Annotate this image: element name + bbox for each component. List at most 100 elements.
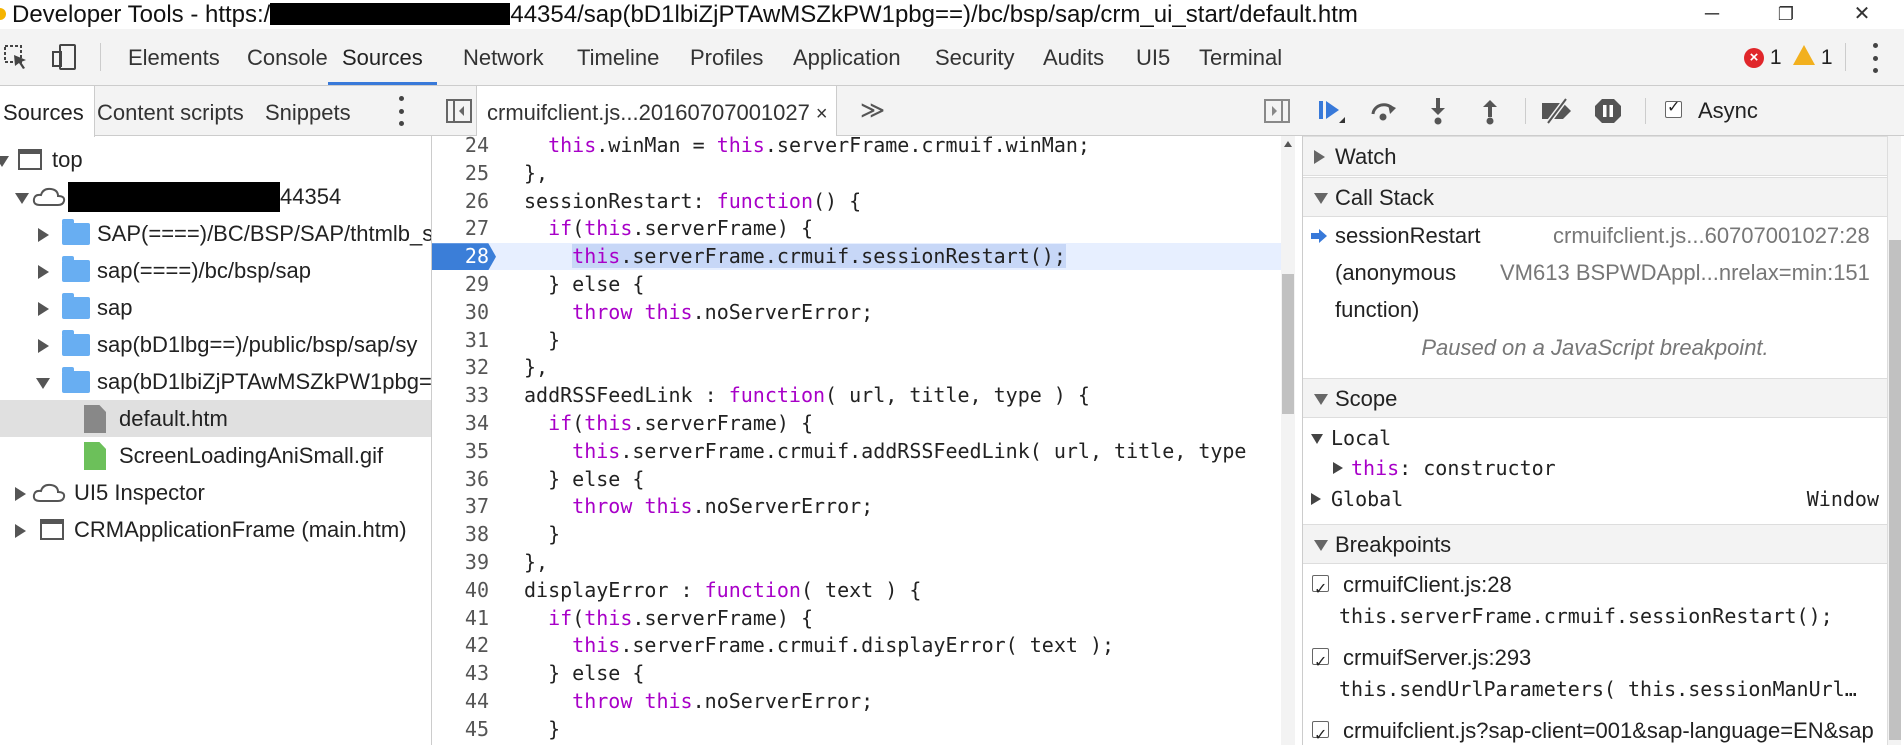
tree-item-file-selected[interactable]: default.htm <box>0 400 431 437</box>
warning-counter[interactable]: 1 <box>1793 45 1833 71</box>
line-number[interactable]: 27 <box>432 215 489 242</box>
collapse-arrow-icon[interactable] <box>1311 434 1323 444</box>
code-line[interactable]: 28 this.serverFrame.crmuif.sessionRestar… <box>432 243 1282 271</box>
code-line[interactable]: 33 addRSSFeedLink : function( url, title,… <box>432 382 1282 409</box>
line-number[interactable]: 36 <box>432 466 489 493</box>
line-number[interactable]: 37 <box>432 493 489 520</box>
close-tab-icon[interactable]: × <box>816 103 828 125</box>
call-frame-location[interactable]: VM613 BSPWDAppl...nrelax=min:151 <box>1500 254 1870 291</box>
code-line[interactable]: 43 } else { <box>432 660 1282 687</box>
collapse-arrow-icon[interactable] <box>0 156 9 167</box>
code-line[interactable]: 42 this.serverFrame.crmuif.displayError(… <box>432 632 1282 659</box>
code-line[interactable]: 30 throw this.noServerError; <box>432 299 1282 326</box>
tree-item-folder[interactable]: sap(bD1lbiZjPTAwMSZkPW1pbg= <box>0 363 431 400</box>
code-line[interactable]: 38 } <box>432 521 1282 548</box>
expand-arrow-icon[interactable] <box>38 302 49 316</box>
line-number[interactable]: 38 <box>432 521 489 548</box>
tab-snippets[interactable]: Snippets <box>265 86 351 136</box>
code-line[interactable]: 44 throw this.noServerError; <box>432 688 1282 715</box>
code-area[interactable]: 24 this.winMan = this.serverFrame.crmuif… <box>432 136 1282 745</box>
error-counter[interactable]: × 1 <box>1744 45 1782 71</box>
collapse-arrow-icon[interactable] <box>36 378 50 389</box>
code-line[interactable]: 25}, <box>432 160 1282 187</box>
file-tab-crmuifclient[interactable]: crmuifclient.js...20160707001027 × <box>476 86 837 136</box>
line-number[interactable]: 31 <box>432 327 489 354</box>
line-number[interactable]: 28 <box>432 243 489 270</box>
expand-arrow-icon[interactable] <box>1311 493 1321 505</box>
breakpoint-checkbox[interactable] <box>1312 644 1329 681</box>
tree-item-file[interactable]: ScreenLoadingAniSmall.gif <box>0 437 431 474</box>
device-mode-icon[interactable] <box>50 43 78 71</box>
line-number[interactable]: 30 <box>432 299 489 326</box>
tab-elements[interactable]: Elements <box>128 29 220 85</box>
tab-audits[interactable]: Audits <box>1043 29 1104 85</box>
scroll-up-arrow-icon[interactable] <box>1284 141 1292 147</box>
line-number[interactable]: 33 <box>432 382 489 409</box>
async-checkbox[interactable] <box>1665 97 1682 118</box>
pause-on-exceptions-icon[interactable] <box>1593 97 1623 125</box>
more-tabs-icon[interactable]: ≫ <box>860 86 885 136</box>
code-line[interactable]: 27 if(this.serverFrame) { <box>432 215 1282 242</box>
step-over-icon[interactable] <box>1369 97 1399 125</box>
code-line[interactable]: 45 } <box>432 716 1282 743</box>
line-number[interactable]: 24 <box>432 136 489 159</box>
deactivate-breakpoints-icon[interactable] <box>1539 97 1575 125</box>
tab-console[interactable]: Console <box>247 29 328 85</box>
tab-network[interactable]: Network <box>463 29 544 85</box>
expand-arrow-icon[interactable] <box>1333 462 1343 474</box>
section-watch[interactable]: Watch <box>1303 136 1887 176</box>
line-number[interactable]: 32 <box>432 354 489 381</box>
line-number[interactable]: 34 <box>432 410 489 437</box>
toggle-debugger-icon[interactable] <box>1264 99 1290 123</box>
line-number[interactable]: 25 <box>432 160 489 187</box>
tab-ui5[interactable]: UI5 <box>1136 29 1170 85</box>
line-number[interactable]: 44 <box>432 688 489 715</box>
line-number[interactable]: 45 <box>432 716 489 743</box>
code-line[interactable]: 31 } <box>432 327 1282 354</box>
code-line[interactable]: 26 sessionRestart: function() { <box>432 188 1282 215</box>
resume-icon[interactable] <box>1317 97 1347 125</box>
line-number[interactable]: 39 <box>432 549 489 576</box>
customize-menu-icon[interactable] <box>1870 43 1880 73</box>
editor-scrollbar[interactable] <box>1281 136 1295 745</box>
toggle-navigator-icon[interactable] <box>446 99 472 123</box>
collapse-arrow-icon[interactable] <box>15 193 29 204</box>
tree-item-folder[interactable]: sap <box>0 289 431 326</box>
tab-terminal[interactable]: Terminal <box>1199 29 1282 85</box>
code-line[interactable]: 41 if(this.serverFrame) { <box>432 605 1282 632</box>
tree-item-folder[interactable]: SAP(====)/BC/BSP/SAP/thtmlb_s <box>0 215 431 252</box>
tree-item-folder[interactable]: sap(====)/bc/bsp/sap <box>0 252 431 289</box>
expand-arrow-icon[interactable] <box>15 524 26 538</box>
line-number[interactable]: 40 <box>432 577 489 604</box>
line-number[interactable]: 41 <box>432 605 489 632</box>
line-number[interactable]: 26 <box>432 188 489 215</box>
editor-scroll-thumb[interactable] <box>1282 274 1294 414</box>
step-out-icon[interactable] <box>1475 97 1505 125</box>
breakpoint-checkbox[interactable] <box>1312 571 1329 608</box>
breakpoint-checkbox[interactable] <box>1312 717 1329 745</box>
tab-security[interactable]: Security <box>935 29 1014 85</box>
tree-item-crm-frame[interactable]: CRMApplicationFrame (main.htm) <box>0 511 431 548</box>
tree-item-ui5-inspector[interactable]: UI5 Inspector <box>0 474 431 511</box>
tree-item-domain[interactable]: 44354 <box>0 178 431 215</box>
expand-arrow-icon[interactable] <box>38 339 49 353</box>
section-scope[interactable]: Scope <box>1303 378 1887 418</box>
expand-arrow-icon[interactable] <box>15 487 26 501</box>
tree-item-folder[interactable]: sap(bD1lbg==)/public/bsp/sap/sy <box>0 326 431 363</box>
section-call-stack[interactable]: Call Stack <box>1303 177 1887 217</box>
line-number[interactable]: 35 <box>432 438 489 465</box>
inspect-element-icon[interactable] <box>2 43 30 71</box>
line-number[interactable]: 29 <box>432 271 489 298</box>
code-line[interactable]: 34 if(this.serverFrame) { <box>432 410 1282 437</box>
sidebar-scroll-thumb[interactable] <box>1889 240 1901 740</box>
expand-arrow-icon[interactable] <box>38 265 49 279</box>
call-frame-location[interactable]: crmuifclient.js...60707001027:28 <box>1553 217 1870 254</box>
line-number[interactable]: 43 <box>432 660 489 687</box>
expand-arrow-icon[interactable] <box>38 228 49 242</box>
code-line[interactable]: 32}, <box>432 354 1282 381</box>
close-window-button[interactable]: ✕ <box>1832 0 1892 29</box>
tab-content-scripts[interactable]: Content scripts <box>97 86 244 136</box>
minimize-button[interactable]: ─ <box>1682 0 1742 29</box>
tab-timeline[interactable]: Timeline <box>577 29 659 85</box>
section-breakpoints[interactable]: Breakpoints <box>1303 524 1887 564</box>
